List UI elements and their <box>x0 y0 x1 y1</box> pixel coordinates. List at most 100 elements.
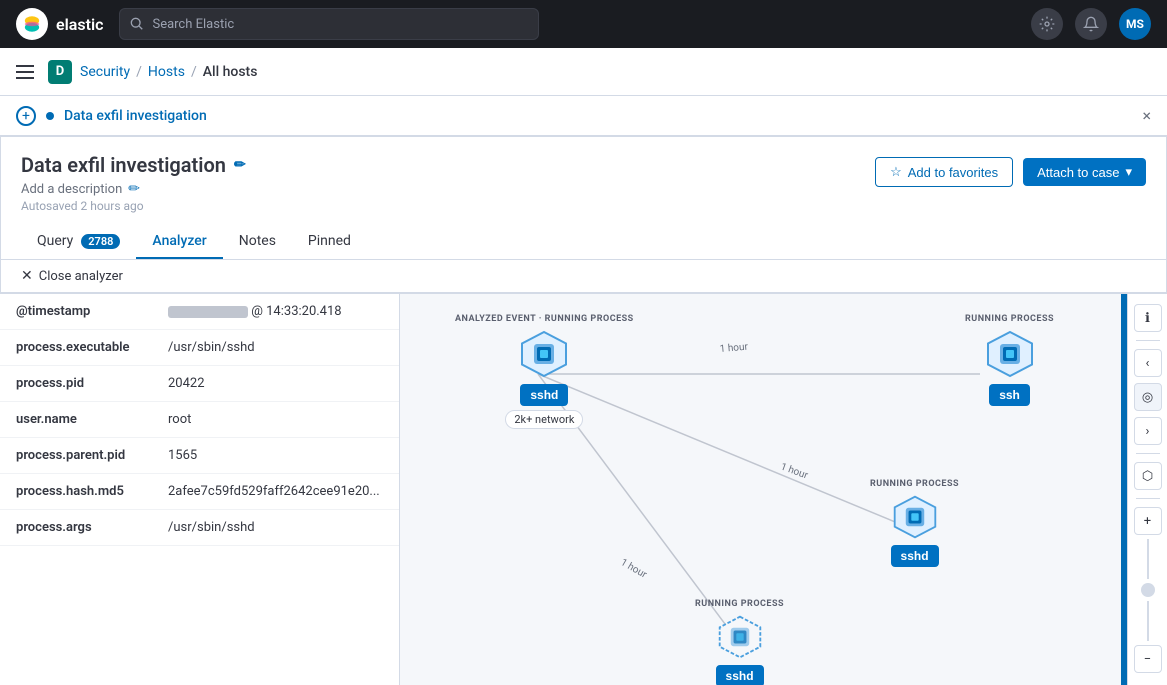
content-area: @timestamp @ 14:33:20.418process.executa… <box>0 294 1167 685</box>
timeline-name: Data exfil investigation ✏ <box>21 153 246 177</box>
tab-query-label: Query <box>37 233 73 249</box>
tab-analyzer-label: Analyzer <box>152 233 206 249</box>
graph-zoom-knob[interactable] <box>1141 583 1155 597</box>
field-label: @timestamp <box>16 304 156 319</box>
tab-analyzer[interactable]: Analyzer <box>136 225 222 259</box>
field-row: user.name root <box>0 402 399 438</box>
field-label: process.executable <box>16 340 156 355</box>
graph-pan-right-button[interactable]: › <box>1134 417 1162 445</box>
timeline-description[interactable]: Add a description ✏ <box>21 181 246 197</box>
node-bottom-hex-icon <box>716 613 764 661</box>
elastic-logo[interactable]: elastic <box>16 8 103 40</box>
graph-info-button[interactable]: ℹ <box>1134 304 1162 332</box>
graph-center-button[interactable]: ◎ <box>1134 383 1162 411</box>
graph-hexagon-button[interactable]: ⬡ <box>1134 462 1162 490</box>
breadcrumb-current: All hosts <box>203 64 258 80</box>
graph-zoom-track-2 <box>1147 601 1149 641</box>
settings-button[interactable] <box>1031 8 1063 40</box>
timeline-active-dot <box>46 112 54 120</box>
timeline-banner: + Data exfil investigation × <box>0 96 1167 136</box>
field-row: process.args/usr/sbin/sshd <box>0 510 399 546</box>
breadcrumb-separator-2: / <box>191 64 197 80</box>
node-right-top-btn[interactable]: ssh <box>989 384 1030 406</box>
attach-to-case-button[interactable]: Attach to case ▾ <box>1023 158 1146 186</box>
timeline-name-text: Data exfil investigation <box>21 153 226 177</box>
field-label: process.parent.pid <box>16 448 156 463</box>
node-main: ANALYZED EVENT · RUNNING PROCESS sshd 2k… <box>455 314 634 429</box>
graph-zoom-in-button[interactable]: + <box>1134 507 1162 535</box>
timeline-title-section: Data exfil investigation ✏ Add a descrip… <box>21 153 246 213</box>
graph-ctrl-separator-2 <box>1136 453 1160 454</box>
node-main-btn[interactable]: sshd <box>520 384 568 406</box>
node-main-sub-badge: 2k+ network <box>505 410 583 429</box>
field-label: process.args <box>16 520 156 535</box>
graph-zoom-track <box>1147 539 1149 579</box>
field-value: @ 14:33:20.418 <box>168 304 342 319</box>
node-right-mid: RUNNING PROCESS sshd <box>870 479 959 567</box>
close-analyzer-label: Close analyzer <box>39 269 123 284</box>
field-row: process.parent.pid 1565 <box>0 438 399 474</box>
breadcrumb-security-link[interactable]: Security <box>80 64 130 80</box>
notifications-button[interactable] <box>1075 8 1107 40</box>
elastic-wordmark: elastic <box>56 15 103 34</box>
svg-text:1 hour: 1 hour <box>619 557 649 581</box>
breadcrumb-d-icon: D <box>48 60 72 84</box>
elastic-logo-icon <box>16 8 48 40</box>
field-value: /usr/sbin/sshd <box>168 520 255 535</box>
tab-notes[interactable]: Notes <box>223 225 292 259</box>
field-label: user.name <box>16 412 156 427</box>
graph-zoom-out-button[interactable]: − <box>1134 645 1162 673</box>
breadcrumb-hosts-link[interactable]: Hosts <box>148 64 185 80</box>
close-analyzer-button[interactable]: ✕ Close analyzer <box>21 268 123 284</box>
tab-query[interactable]: Query 2788 <box>21 225 136 259</box>
graph-ctrl-separator-3 <box>1136 498 1160 499</box>
node-right-mid-btn[interactable]: sshd <box>891 545 939 567</box>
nav-right-section: MS <box>1031 8 1151 40</box>
add-to-favorites-button[interactable]: ☆ Add to favorites <box>875 157 1013 187</box>
graph-pan-left-button[interactable]: ‹ <box>1134 349 1162 377</box>
timeline-add-button[interactable]: + <box>16 106 36 126</box>
node-main-hex-icon <box>518 328 570 380</box>
hamburger-menu-button[interactable] <box>16 60 40 84</box>
timeline-edit-icon[interactable]: ✏ <box>234 157 246 173</box>
attach-dropdown-icon: ▾ <box>1125 164 1132 180</box>
node-right-top-label: RUNNING PROCESS <box>965 314 1054 324</box>
graph-area: 1 hour 1 hour 1 hour ANALYZED EVENT · RU… <box>400 294 1167 685</box>
fields-panel: @timestamp @ 14:33:20.418process.executa… <box>0 294 400 685</box>
node-right-mid-label: RUNNING PROCESS <box>870 479 959 489</box>
field-value: /usr/sbin/sshd <box>168 340 255 355</box>
node-right-top-hex-icon <box>984 328 1036 380</box>
node-right-mid-hex-icon <box>891 493 939 541</box>
graph-ctrl-separator-1 <box>1136 340 1160 341</box>
node-right-top: RUNNING PROCESS ssh <box>965 314 1054 406</box>
close-analyzer-bar: ✕ Close analyzer <box>1 260 1166 293</box>
user-avatar[interactable]: MS <box>1119 8 1151 40</box>
breadcrumb-bar: D Security / Hosts / All hosts <box>0 48 1167 96</box>
timeline-autosave: Autosaved 2 hours ago <box>21 199 246 213</box>
breadcrumb: Security / Hosts / All hosts <box>80 64 257 80</box>
svg-text:1 hour: 1 hour <box>779 461 810 481</box>
close-x-icon: ✕ <box>21 268 33 284</box>
field-label: process.hash.md5 <box>16 484 156 499</box>
tab-query-badge: 2788 <box>81 234 120 249</box>
field-value: root <box>168 412 191 427</box>
field-label: process.pid <box>16 376 156 391</box>
field-row: process.hash.md52afee7c59fd529faff2642ce… <box>0 474 399 510</box>
search-bar[interactable]: Search Elastic <box>119 8 539 40</box>
field-row: process.executable/usr/sbin/sshd <box>0 330 399 366</box>
svg-text:1 hour: 1 hour <box>719 342 749 355</box>
node-bottom-btn[interactable]: sshd <box>716 665 764 685</box>
field-value: 1565 <box>168 448 197 463</box>
graph-controls: ℹ ‹ ◎ › ⬡ + − <box>1127 294 1167 685</box>
timeline-actions: ☆ Add to favorites Attach to case ▾ <box>875 157 1146 187</box>
timeline-header: Data exfil investigation ✏ Add a descrip… <box>1 137 1166 213</box>
field-row: @timestamp @ 14:33:20.418 <box>0 294 399 330</box>
timeline-desc-edit-icon[interactable]: ✏ <box>128 181 140 197</box>
star-icon: ☆ <box>890 164 902 180</box>
tab-pinned[interactable]: Pinned <box>292 225 367 259</box>
favorites-label: Add to favorites <box>908 165 998 180</box>
timeline-title-link[interactable]: Data exfil investigation <box>64 108 207 124</box>
search-placeholder: Search Elastic <box>152 17 234 32</box>
timeline-close-button[interactable]: × <box>1142 106 1151 125</box>
analyzer-graph-panel: 1 hour 1 hour 1 hour ANALYZED EVENT · RU… <box>400 294 1167 685</box>
